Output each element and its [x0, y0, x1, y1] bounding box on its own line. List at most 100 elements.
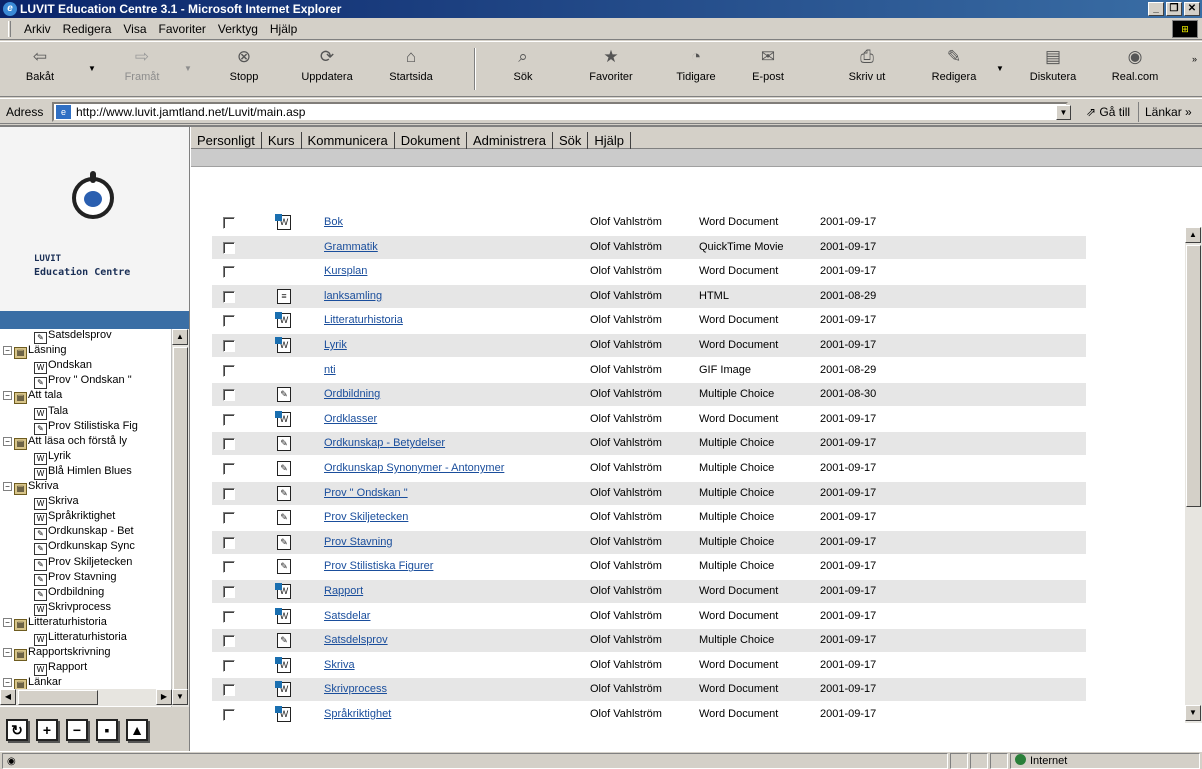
collapse-icon[interactable]: −: [3, 678, 12, 688]
tree-item[interactable]: ✎ Ordkunskap Sync: [34, 540, 135, 556]
document-link[interactable]: Prov Stilistiska Figurer: [324, 555, 433, 578]
row-checkbox[interactable]: [223, 684, 235, 697]
tab-4[interactable]: Administrera: [467, 132, 553, 149]
row-checkbox[interactable]: [223, 315, 235, 328]
menu-arkiv[interactable]: Arkiv: [24, 22, 51, 36]
document-link[interactable]: Bok: [324, 211, 343, 234]
row-checkbox[interactable]: [223, 659, 235, 672]
row-checkbox[interactable]: [223, 536, 235, 549]
document-link[interactable]: nti: [324, 359, 336, 382]
tree-item[interactable]: − ▤ Läsning: [3, 344, 67, 360]
home-button[interactable]: ⌂ Startsida: [376, 46, 446, 94]
document-link[interactable]: Prov Stavning: [324, 531, 392, 554]
view-icon[interactable]: ▪: [96, 719, 118, 741]
document-link[interactable]: Rapport: [324, 580, 363, 603]
document-link[interactable]: Kursplan: [324, 260, 367, 283]
tree-scroll-up-button[interactable]: ▲: [172, 329, 188, 345]
tree-scroll-right-button[interactable]: ▶: [156, 689, 172, 705]
row-checkbox[interactable]: [223, 389, 235, 402]
collapse-icon[interactable]: −: [3, 391, 12, 401]
row-checkbox[interactable]: [223, 266, 235, 279]
row-checkbox[interactable]: [223, 487, 235, 500]
up-icon[interactable]: ▲: [126, 719, 148, 741]
collapse-icon[interactable]: −: [3, 436, 12, 446]
close-button[interactable]: ✕: [1184, 2, 1200, 16]
main-scroll-up-button[interactable]: ▲: [1185, 227, 1201, 243]
discuss-button[interactable]: ▤ Diskutera: [1020, 46, 1086, 94]
tree-item[interactable]: ✎ Prov Stilistiska Fig: [34, 420, 138, 435]
print-button[interactable]: ⎙ Skriv ut: [836, 46, 898, 94]
tree-item[interactable]: ✎ Ordkunskap - Bet: [34, 525, 134, 541]
menu-hjalp[interactable]: Hjälp: [270, 22, 297, 36]
tree-item[interactable]: − ▤ Att tala: [3, 389, 62, 405]
document-link[interactable]: Prov Skiljetecken: [324, 506, 408, 529]
toolbar-overflow-icon[interactable]: »: [1192, 54, 1197, 64]
tree-horizontal-scrollbar[interactable]: ◀ ▶: [0, 689, 172, 706]
collapse-icon[interactable]: −: [3, 617, 12, 627]
tree-item[interactable]: ✎ Prov " Ondskan ": [34, 374, 132, 390]
document-link[interactable]: Lyrik: [324, 334, 347, 357]
tree-item[interactable]: − ▤ Litteraturhistoria: [3, 616, 107, 631]
menu-redigera[interactable]: Redigera: [63, 22, 112, 36]
stop-button[interactable]: ⊗ Stopp: [214, 46, 274, 94]
main-scroll-thumb[interactable]: [1186, 245, 1201, 507]
document-link[interactable]: Prov " Ondskan ": [324, 482, 408, 505]
tree-item[interactable]: − ▤ Rapportskrivning: [3, 646, 111, 662]
tab-1[interactable]: Kurs: [262, 132, 302, 149]
menu-verktyg[interactable]: Verktyg: [218, 22, 258, 36]
document-link[interactable]: Skrivprocess: [324, 678, 387, 701]
collapse-icon[interactable]: −: [3, 346, 12, 356]
document-link[interactable]: Grammatik: [324, 236, 378, 259]
collapse-all-icon[interactable]: −: [66, 719, 88, 741]
tree-scroll-down-button[interactable]: ▼: [172, 689, 188, 705]
tab-5[interactable]: Sök: [553, 132, 589, 149]
tree-item[interactable]: W Tala: [34, 405, 68, 420]
real-button[interactable]: ◉ Real.com: [1100, 46, 1170, 94]
document-link[interactable]: Språkriktighet: [324, 703, 391, 726]
document-link[interactable]: Ordklasser: [324, 408, 377, 431]
row-checkbox[interactable]: [223, 512, 235, 525]
favorites-button[interactable]: ★ Favoriter: [576, 46, 646, 94]
document-link[interactable]: lanksamling: [324, 285, 382, 308]
links-button[interactable]: Länkar »: [1138, 102, 1192, 122]
maximize-button[interactable]: ❐: [1166, 2, 1182, 16]
tree-item[interactable]: W Skrivprocess: [34, 601, 111, 616]
go-button[interactable]: ⇗ Gå till: [1086, 105, 1130, 119]
tree-item[interactable]: W Rapport: [34, 661, 87, 677]
address-dropdown-button[interactable]: ▼: [1056, 105, 1071, 120]
tree-item[interactable]: W Blå Himlen Blues: [34, 465, 132, 480]
tree-item[interactable]: ✎ Satsdelsprov: [34, 329, 112, 344]
menu-visa[interactable]: Visa: [123, 22, 146, 36]
row-checkbox[interactable]: [223, 561, 235, 574]
tree-item[interactable]: W Språkriktighet: [34, 510, 115, 526]
tree-item[interactable]: − ▤ Länkar: [3, 676, 62, 692]
row-checkbox[interactable]: [223, 241, 235, 254]
search-button[interactable]: ⌕ Sök: [500, 46, 546, 94]
document-link[interactable]: Satsdelar: [324, 605, 370, 628]
tab-6[interactable]: Hjälp: [588, 132, 631, 149]
tree-item[interactable]: ✎ Prov Skiljetecken: [34, 556, 132, 571]
row-checkbox[interactable]: [223, 290, 235, 303]
row-checkbox[interactable]: [223, 463, 235, 475]
edit-button[interactable]: ✎ Redigera: [922, 46, 986, 94]
tab-3[interactable]: Dokument: [395, 132, 467, 149]
document-link[interactable]: Ordkunskap - Betydelser: [324, 432, 445, 455]
forward-dropdown-icon[interactable]: ▼: [184, 64, 192, 73]
refresh-button[interactable]: ⟳ Uppdatera: [288, 46, 366, 94]
address-input[interactable]: e http://www.luvit.jamtland.net/Luvit/ma…: [52, 102, 1068, 122]
row-checkbox[interactable]: [223, 586, 235, 598]
document-link[interactable]: Litteraturhistoria: [324, 309, 403, 332]
row-checkbox[interactable]: [223, 340, 235, 352]
menu-favoriter[interactable]: Favoriter: [159, 22, 206, 36]
row-checkbox[interactable]: [223, 610, 235, 623]
refresh-tree-icon[interactable]: ↻: [6, 719, 28, 741]
tree-item[interactable]: W Lyrik: [34, 450, 71, 465]
document-link[interactable]: Ordbildning: [324, 383, 380, 406]
history-button[interactable]: ◔ Tidigare: [666, 46, 726, 94]
edit-dropdown-icon[interactable]: ▼: [996, 64, 1004, 73]
tree-item[interactable]: − ▤ Skriva: [3, 480, 59, 495]
minimize-button[interactable]: _: [1148, 2, 1164, 16]
tree-item[interactable]: − ▤ Att läsa och förstå ly: [3, 435, 127, 450]
tab-2[interactable]: Kommunicera: [302, 132, 395, 149]
expand-all-icon[interactable]: +: [36, 719, 58, 741]
